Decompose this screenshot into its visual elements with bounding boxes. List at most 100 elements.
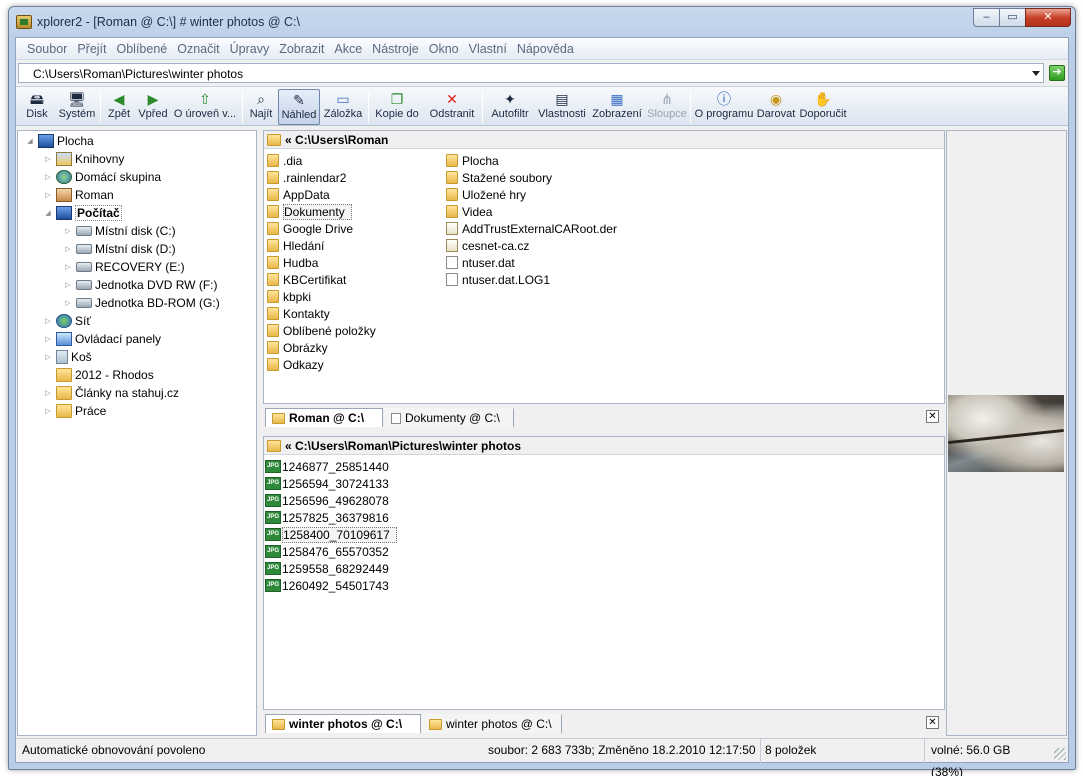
tree-item-recycle-bin[interactable]: ▷ Koš	[44, 348, 92, 366]
close-button[interactable]: ✕	[1025, 8, 1071, 27]
tree-item-homegroup[interactable]: ▷ Domácí skupina	[44, 168, 161, 186]
tree-item-desktop[interactable]: ◢ Plocha	[26, 132, 94, 150]
columns-button[interactable]: ⋔ Sloupce	[646, 89, 688, 125]
expand-icon[interactable]: ▷	[44, 353, 52, 361]
tree-item-network[interactable]: ▷ Síť	[44, 312, 91, 330]
list-item[interactable]: AddTrustExternalCARoot.der	[446, 220, 617, 237]
maximize-button[interactable]: ▭	[999, 8, 1026, 27]
list-item[interactable]: Dokumenty	[267, 203, 352, 220]
list-item[interactable]: Kontakty	[267, 305, 330, 322]
copy-to-button[interactable]: ❐ Kopie do	[372, 89, 422, 125]
list-item[interactable]: JPG 1257825_36379816	[265, 509, 389, 526]
expand-icon[interactable]: ▷	[64, 245, 72, 253]
list-item[interactable]: Obrázky	[267, 339, 328, 356]
tree-item-drive-d[interactable]: ▷ Místní disk (D:)	[64, 240, 175, 258]
tree-item-libraries[interactable]: ▷ Knihovny	[44, 150, 124, 168]
expand-icon[interactable]: ▷	[64, 281, 72, 289]
menu-upravy[interactable]: Úpravy	[225, 42, 275, 56]
address-bar[interactable]: C:\Users\Roman\Pictures\winter photos	[18, 63, 1044, 83]
menu-napoveda[interactable]: Nápověda	[512, 42, 579, 56]
preview-button[interactable]: ✎ Náhled	[278, 89, 320, 125]
tree-item-prace[interactable]: ▷ Práce	[44, 402, 106, 420]
app-icon[interactable]	[16, 15, 32, 29]
tree-item-drive-g[interactable]: ▷ Jednotka BD-ROM (G:)	[64, 294, 219, 312]
menu-oblibene[interactable]: Oblíbené	[112, 42, 173, 56]
list-item[interactable]: cesnet-ca.cz	[446, 237, 529, 254]
list-item[interactable]: Videa	[446, 203, 492, 220]
folder-tree[interactable]: ◢ Plocha ▷ Knihovny ▷ Domácí skupina ▷ Roman…	[17, 130, 257, 736]
list-item[interactable]: JPG 1260492_54501743	[265, 577, 389, 594]
delete-button[interactable]: ✕ Odstranit	[424, 89, 480, 125]
tree-item-clanky[interactable]: ▷ Články na stahuj.cz	[44, 384, 179, 402]
menu-vlastni[interactable]: Vlastní	[464, 42, 512, 56]
tree-item-roman[interactable]: ▷ Roman	[44, 186, 114, 204]
chevron-down-icon[interactable]	[1032, 71, 1040, 76]
view-button[interactable]: ▦ Zobrazení	[590, 89, 644, 125]
menu-soubor[interactable]: Soubor	[22, 42, 72, 56]
expand-icon[interactable]: ▷	[64, 299, 72, 307]
tab-dokumenty[interactable]: Dokumenty @ C:\	[384, 408, 514, 427]
list-item[interactable]: AppData	[267, 186, 330, 203]
tree-item-rhodos[interactable]: 2012 - Rhodos	[44, 366, 154, 384]
about-button[interactable]: ⓘ O programu	[694, 89, 754, 125]
list-item[interactable]: Plocha	[446, 152, 499, 169]
collapse-icon[interactable]: ◢	[44, 209, 52, 217]
top-file-pane[interactable]: « C:\Users\Roman .dia .rainlendar2 AppDa…	[263, 130, 945, 404]
tree-item-drive-c[interactable]: ▷ Místní disk (C:)	[64, 222, 175, 240]
expand-icon[interactable]: ▷	[44, 173, 52, 181]
minimize-button[interactable]: –	[973, 8, 1000, 27]
list-item[interactable]: JPG 1259558_68292449	[265, 560, 389, 577]
list-item[interactable]: JPG 1256594_30724133	[265, 475, 389, 492]
expand-icon[interactable]: ▷	[64, 263, 72, 271]
menu-zobrazit[interactable]: Zobrazit	[274, 42, 329, 56]
list-item[interactable]: ntuser.dat	[446, 254, 515, 271]
list-item[interactable]: Hledání	[267, 237, 324, 254]
list-item[interactable]: Uložené hry	[446, 186, 526, 203]
recommend-button[interactable]: ✋ Doporučit	[798, 89, 848, 125]
expand-icon[interactable]: ▷	[44, 317, 52, 325]
expand-icon[interactable]: ▷	[44, 155, 52, 163]
tab-winter-photos-active[interactable]: winter photos @ C:\	[265, 714, 421, 733]
close-tab-icon[interactable]: ✕	[926, 716, 939, 729]
bottom-file-pane[interactable]: « C:\Users\Roman\Pictures\winter photos …	[263, 436, 945, 710]
list-item[interactable]: .rainlendar2	[267, 169, 346, 186]
tab-winter-photos[interactable]: winter photos @ C:\	[422, 714, 562, 733]
up-level-button[interactable]: ⇧ O úroveň v...	[172, 89, 238, 125]
resize-grip[interactable]	[1054, 748, 1066, 760]
menu-prejit[interactable]: Přejít	[72, 42, 111, 56]
list-item[interactable]: KBCertifikat	[267, 271, 346, 288]
list-item[interactable]: JPG 1256596_49628078	[265, 492, 389, 509]
menu-nastroje[interactable]: Nástroje	[367, 42, 424, 56]
tree-item-control-panel[interactable]: ▷ Ovládací panely	[44, 330, 161, 348]
tree-item-drive-f[interactable]: ▷ Jednotka DVD RW (F:)	[64, 276, 217, 294]
back-button[interactable]: ◀ Zpět	[104, 89, 134, 125]
list-item[interactable]: Oblíbené položky	[267, 322, 376, 339]
expand-icon[interactable]: ▷	[44, 407, 52, 415]
expand-icon[interactable]: ▷	[64, 227, 72, 235]
close-tab-icon[interactable]: ✕	[926, 410, 939, 423]
list-item[interactable]: .dia	[267, 152, 302, 169]
menu-oznacit[interactable]: Označit	[172, 42, 224, 56]
pane-path-header[interactable]: « C:\Users\Roman	[264, 131, 944, 149]
expand-icon[interactable]: ▷	[44, 389, 52, 397]
list-item[interactable]: kbpki	[267, 288, 311, 305]
bookmark-button[interactable]: ▭ Záložka	[322, 89, 364, 125]
list-item[interactable]: Google Drive	[267, 220, 353, 237]
list-item[interactable]: Hudba	[267, 254, 318, 271]
title-bar[interactable]: xplorer2 - [Roman @ C:\] # winter photos…	[9, 7, 1075, 37]
pane-path-header[interactable]: « C:\Users\Roman\Pictures\winter photos	[264, 437, 944, 455]
list-item[interactable]: JPG 1258400_70109617	[265, 526, 397, 543]
list-item[interactable]: ntuser.dat.LOG1	[446, 271, 550, 288]
system-button[interactable]: 🖥 Systém	[57, 89, 97, 125]
autofilter-button[interactable]: ✦ Autofiltr	[486, 89, 534, 125]
forward-button[interactable]: ▶ Vpřed	[136, 89, 170, 125]
donate-button[interactable]: ◉ Darovat	[756, 89, 796, 125]
tree-item-drive-e[interactable]: ▷ RECOVERY (E:)	[64, 258, 184, 276]
menu-akce[interactable]: Akce	[329, 42, 367, 56]
menu-okno[interactable]: Okno	[424, 42, 464, 56]
find-button[interactable]: ⌕ Najít	[246, 89, 276, 125]
expand-icon[interactable]: ▷	[44, 335, 52, 343]
tab-roman[interactable]: Roman @ C:\	[265, 408, 383, 427]
list-item[interactable]: JPG 1246877_25851440	[265, 458, 389, 475]
list-item[interactable]: JPG 1258476_65570352	[265, 543, 389, 560]
